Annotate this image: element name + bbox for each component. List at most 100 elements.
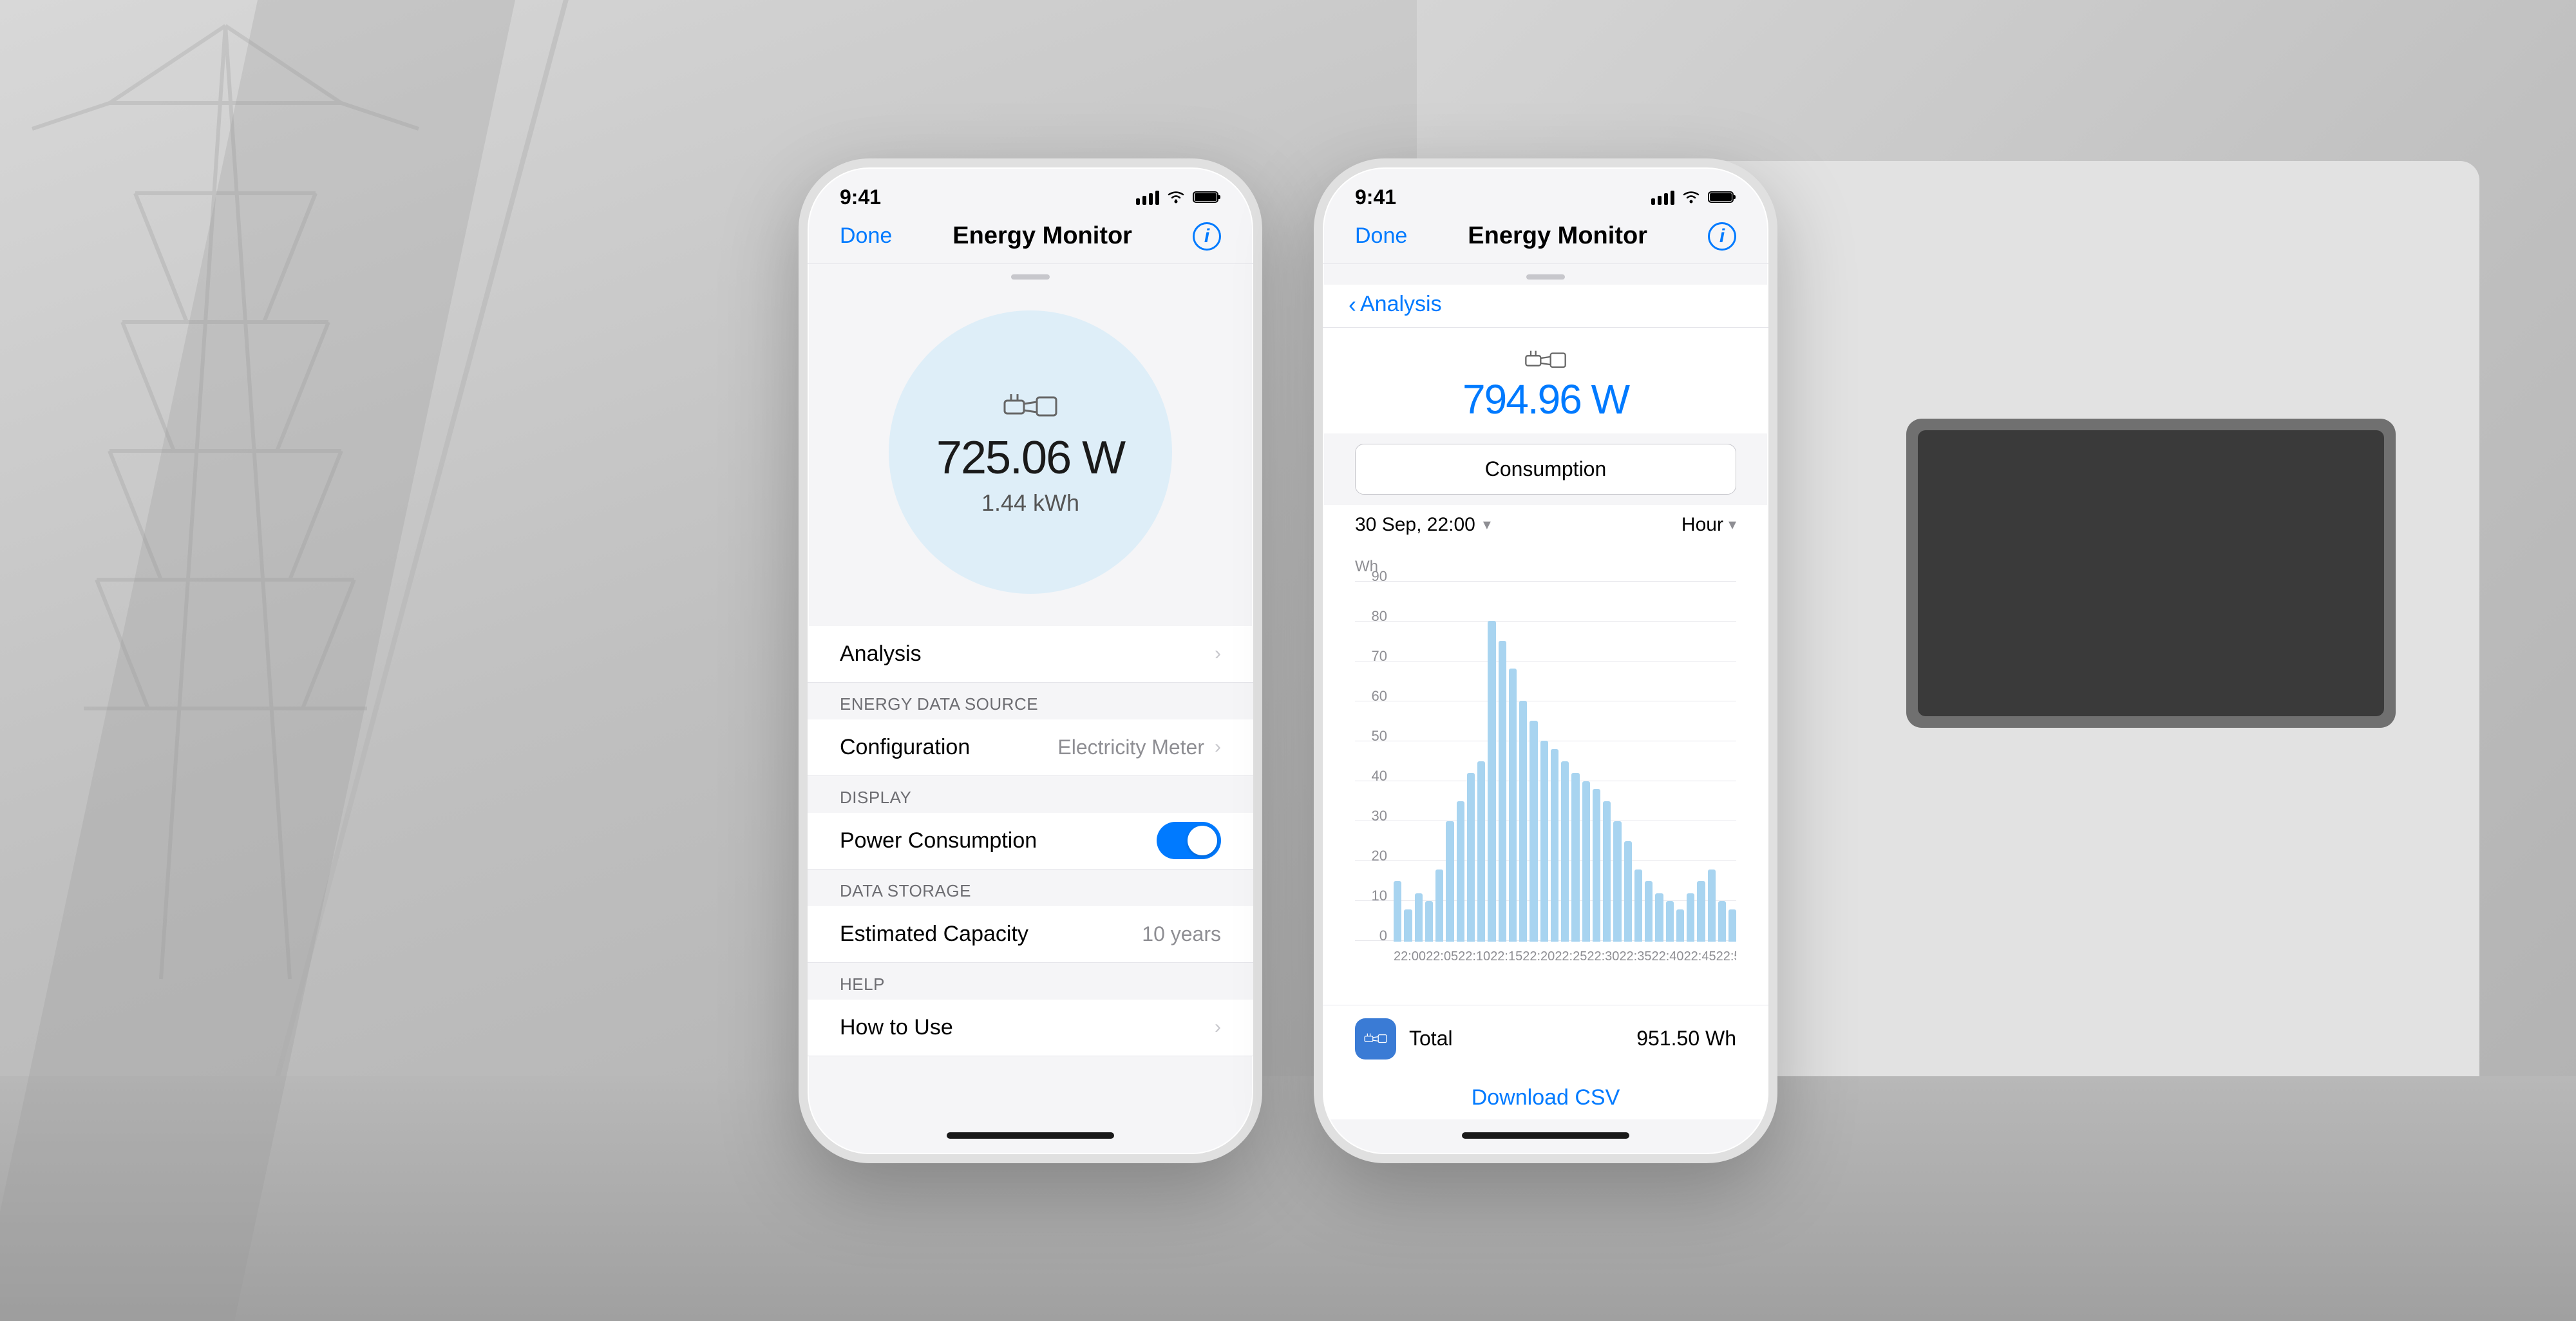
chart-bar bbox=[1687, 893, 1694, 942]
info-button-1[interactable]: i bbox=[1193, 222, 1221, 251]
how-to-use-label: How to Use bbox=[840, 1015, 953, 1040]
chart-bar bbox=[1551, 749, 1558, 942]
download-csv-button[interactable]: Download CSV bbox=[1472, 1085, 1620, 1110]
plug-icon-1 bbox=[1001, 388, 1059, 426]
device-header: 794.96 W bbox=[1323, 328, 1768, 433]
signal-icon-2 bbox=[1651, 189, 1674, 205]
estimated-capacity-label: Estimated Capacity bbox=[840, 922, 1028, 947]
how-to-use-row[interactable]: How to Use › bbox=[808, 1000, 1253, 1056]
chart-bar bbox=[1457, 801, 1464, 942]
chart-bar bbox=[1499, 641, 1506, 942]
chart-bar bbox=[1708, 870, 1716, 942]
chart-bar bbox=[1446, 821, 1454, 942]
chart-bar bbox=[1394, 881, 1401, 941]
status-time-1: 9:41 bbox=[840, 185, 881, 209]
chart-bar bbox=[1540, 741, 1548, 941]
chart-bar bbox=[1519, 701, 1527, 941]
device-watts: 794.96 W bbox=[1463, 375, 1629, 423]
device-badge bbox=[1355, 1018, 1396, 1060]
status-bar-2: 9:41 bbox=[1323, 167, 1768, 216]
analysis-back-label: Analysis bbox=[1360, 292, 1442, 317]
total-label: Total bbox=[1409, 1027, 1453, 1050]
section-energy-data: ENERGY DATA SOURCE bbox=[808, 683, 1253, 719]
chart-bar bbox=[1509, 669, 1517, 941]
bg-monitor bbox=[1906, 419, 2396, 728]
power-consumption-row: Power Consumption bbox=[808, 813, 1253, 870]
configuration-chevron: › bbox=[1215, 736, 1221, 758]
info-button-2[interactable]: i bbox=[1708, 222, 1736, 251]
download-row: Download CSV bbox=[1323, 1072, 1768, 1119]
chart-bar bbox=[1718, 901, 1726, 941]
hour-selector[interactable]: Hour ▾ bbox=[1681, 514, 1736, 536]
chart-bar bbox=[1676, 909, 1684, 942]
analysis-back-nav[interactable]: ‹ Analysis bbox=[1323, 285, 1768, 328]
chart-bar bbox=[1530, 721, 1537, 941]
chart-bar bbox=[1666, 901, 1674, 941]
configuration-label: Configuration bbox=[840, 735, 970, 760]
pull-handle-2 bbox=[1323, 264, 1768, 285]
date-selector[interactable]: 30 Sep, 22:00 ▾ bbox=[1355, 514, 1491, 536]
chart-bar bbox=[1603, 801, 1611, 942]
x-labels: 22:00 22:05 22:10 22:15 22:20 22:25 22:3… bbox=[1355, 949, 1736, 964]
chart-bar bbox=[1477, 761, 1485, 942]
chart-bar bbox=[1404, 909, 1412, 942]
estimated-capacity-row: Estimated Capacity 10 years bbox=[808, 906, 1253, 963]
chart-bar bbox=[1624, 841, 1632, 942]
nav-bar-2: Done Energy Monitor i bbox=[1323, 216, 1768, 264]
status-icons-2 bbox=[1651, 189, 1736, 205]
chart-bar bbox=[1425, 901, 1433, 941]
energy-circle: 725.06 W 1.44 kWh bbox=[808, 285, 1253, 626]
bg-monitor-screen bbox=[1918, 430, 2384, 716]
plug-icon-2 bbox=[1523, 346, 1568, 375]
chart-bars bbox=[1394, 581, 1736, 942]
chart-controls: 30 Sep, 22:00 ▾ Hour ▾ bbox=[1323, 505, 1768, 545]
date-dropdown-icon: ▾ bbox=[1483, 515, 1491, 534]
section-data-storage: DATA STORAGE bbox=[808, 870, 1253, 906]
how-to-use-chevron: › bbox=[1215, 1016, 1221, 1038]
chart-bar bbox=[1697, 881, 1705, 941]
chart-bar bbox=[1467, 773, 1475, 941]
chart-bar bbox=[1634, 870, 1642, 942]
circle-display: 725.06 W 1.44 kWh bbox=[889, 310, 1172, 594]
section-help: HELP bbox=[808, 963, 1253, 1000]
analysis-label: Analysis bbox=[840, 641, 922, 667]
chart-bar bbox=[1613, 821, 1621, 942]
plug-icon-badge bbox=[1363, 1031, 1388, 1047]
status-bar-1: 9:41 bbox=[808, 167, 1253, 216]
chart-area: Wh 90 80 70 60 50 40 30 20 10 0 bbox=[1323, 545, 1768, 1005]
battery-icon-1 bbox=[1193, 190, 1221, 204]
wifi-icon-2 bbox=[1681, 189, 1701, 205]
kwh-display: 1.44 kWh bbox=[981, 489, 1079, 517]
chart-bar bbox=[1593, 789, 1600, 941]
configuration-value: Electricity Meter bbox=[1057, 736, 1204, 759]
consumption-label: Consumption bbox=[1485, 457, 1607, 480]
home-indicator-1 bbox=[808, 1119, 1253, 1154]
chart-bar bbox=[1728, 909, 1736, 942]
chart-wrapper: 90 80 70 60 50 40 30 20 10 0 bbox=[1355, 581, 1736, 942]
chart-bar bbox=[1415, 893, 1423, 942]
nav-title-1: Energy Monitor bbox=[952, 222, 1132, 250]
total-value: 951.50 Wh bbox=[1636, 1027, 1736, 1050]
done-button-2[interactable]: Done bbox=[1355, 223, 1407, 249]
phone-1: 9:41 bbox=[799, 158, 1262, 1163]
analysis-row[interactable]: Analysis › bbox=[808, 626, 1253, 683]
power-consumption-toggle[interactable] bbox=[1157, 822, 1221, 859]
chart-bar bbox=[1655, 893, 1663, 942]
watts-display: 725.06 W bbox=[936, 432, 1124, 484]
hour-dropdown-icon: ▾ bbox=[1728, 515, 1736, 534]
hour-value: Hour bbox=[1681, 514, 1723, 536]
done-button-1[interactable]: Done bbox=[840, 223, 892, 249]
phone-2: 9:41 bbox=[1314, 158, 1777, 1163]
configuration-row[interactable]: Configuration Electricity Meter › bbox=[808, 719, 1253, 776]
chart-bar bbox=[1488, 621, 1495, 942]
power-consumption-label: Power Consumption bbox=[840, 828, 1037, 853]
total-row: Total 951.50 Wh bbox=[1323, 1005, 1768, 1072]
home-indicator-2 bbox=[1323, 1119, 1768, 1154]
chart-bar bbox=[1561, 761, 1569, 942]
estimated-capacity-value: 10 years bbox=[1142, 922, 1221, 946]
phones-container: 9:41 bbox=[799, 158, 1777, 1163]
battery-icon-2 bbox=[1708, 190, 1736, 204]
consumption-button[interactable]: Consumption bbox=[1355, 444, 1736, 495]
signal-icon-1 bbox=[1136, 189, 1159, 205]
chart-bar bbox=[1435, 870, 1443, 942]
